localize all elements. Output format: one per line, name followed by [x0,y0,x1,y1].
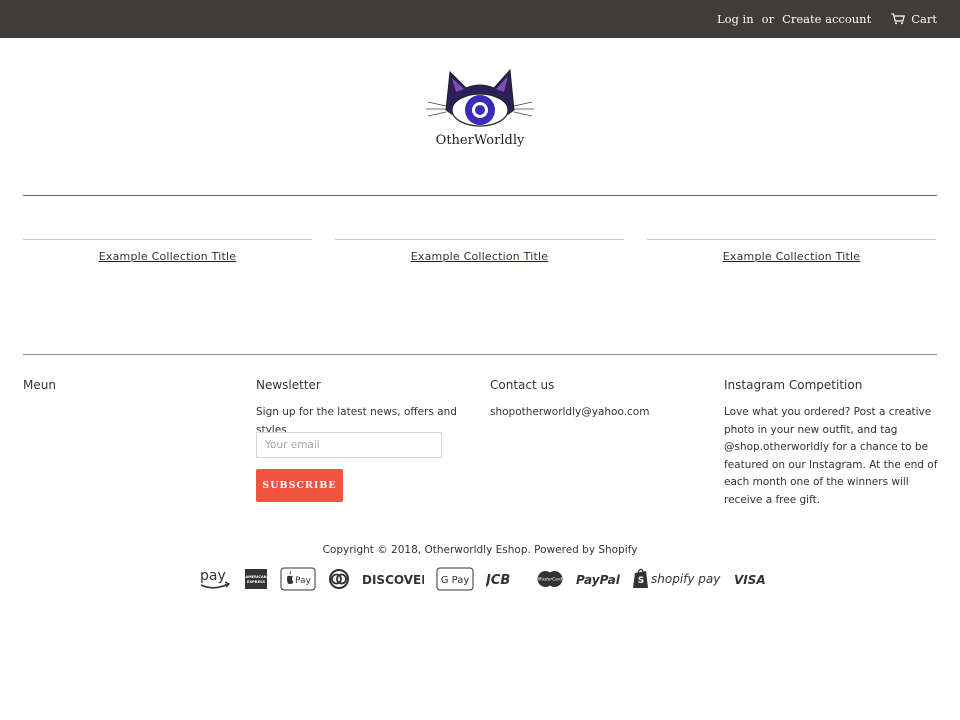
footer-menu-column: Meun [23,378,233,392]
login-link[interactable]: Log in [717,12,754,26]
paypal-icon: PayPal [576,566,620,592]
svg-text:MasterCard: MasterCard [538,577,563,582]
cart-label: Cart [911,12,937,26]
discover-icon: DISCOVER [362,566,424,592]
cat-eye-logo-icon: OtherWorldly [426,68,534,148]
collection-card[interactable]: Example Collection Title [647,239,936,263]
instagram-heading: Instagram Competition [724,378,863,392]
cart-link[interactable]: Cart [891,12,937,26]
svg-text:S: S [638,576,644,586]
or-separator: or [761,12,775,26]
mastercard-icon: MasterCard [536,566,564,592]
visa-icon: VISA [734,566,766,592]
create-account-link[interactable]: Create account [782,12,871,26]
svg-text:PayPal: PayPal [576,573,620,587]
collection-divider [23,239,312,240]
svg-text:AMERICAN: AMERICAN [245,575,266,579]
svg-text:VISA: VISA [734,573,766,587]
svg-text:G Pay: G Pay [441,575,470,586]
collection-title: Example Collection Title [410,250,549,263]
site-logo[interactable]: OtherWorldly [418,62,542,154]
payment-icons: pay AMERICAN EXPRESS Pay DISCOVER G Pay … [198,566,766,592]
contact-heading: Contact us [490,378,555,392]
diners-club-icon [328,566,350,592]
cart-icon [891,13,906,25]
collection-title: Example Collection Title [98,250,237,263]
copyright-text: Copyright © 2018, Otherworldly Eshop. Po… [322,544,638,556]
apple-pay-icon: Pay [280,566,316,592]
amazon-pay-icon: pay [198,566,232,592]
newsletter-heading: Newsletter [256,378,321,392]
collection-card[interactable]: Example Collection Title [335,239,624,263]
svg-text:DISCOVER: DISCOVER [362,573,424,587]
subscribe-button[interactable]: Subscribe [256,469,343,502]
svg-text:EXPRESS: EXPRESS [247,580,266,584]
shopify-pay-icon: S shopify pay [632,566,722,592]
collection-title: Example Collection Title [722,250,861,263]
header-divider [23,195,937,196]
footer-divider [23,354,937,355]
top-bar: Log in or Create account Cart [0,0,960,38]
svg-text:Pay: Pay [295,576,312,586]
newsletter-email-input[interactable] [256,432,442,458]
logo-text: OtherWorldly [436,133,525,148]
svg-text:shopify pay: shopify pay [651,572,721,586]
footer-instagram-column: Instagram Competition Love what you orde… [724,378,938,509]
footer-newsletter-column: Newsletter Sign up for the latest news, … [256,378,470,439]
footer-contact-column: Contact us shopotherworldly@yahoo.com [490,378,704,422]
instagram-text: Love what you ordered? Post a creative p… [724,406,938,506]
google-pay-icon: G Pay [436,566,474,592]
contact-email[interactable]: shopotherworldly@yahoo.com [490,404,704,422]
collection-divider [647,239,936,240]
svg-text:JCB: JCB [486,573,510,588]
american-express-icon: AMERICAN EXPRESS [244,566,268,592]
collection-divider [335,239,624,240]
svg-text:pay: pay [200,568,226,584]
jcb-icon: JCB [486,566,524,592]
collection-card[interactable]: Example Collection Title [23,239,312,263]
customer-links: Log in or Create account Cart [717,0,937,38]
footer-menu-heading: Meun [23,378,56,392]
